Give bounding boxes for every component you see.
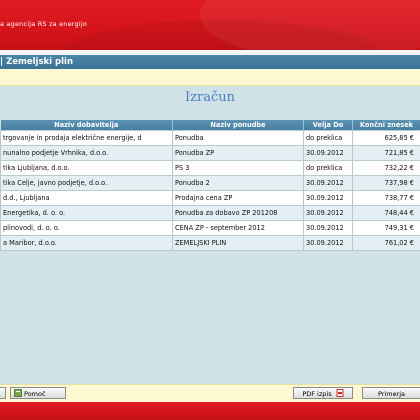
cell-amount: 738,77 € bbox=[352, 190, 420, 206]
cell-supplier: tika Celje, javno podjetje, d.o.o. bbox=[0, 175, 173, 191]
cell-valid-until: 30.09.2012 bbox=[303, 235, 353, 251]
back-button[interactable] bbox=[0, 387, 6, 399]
cell-valid-until: 30.09.2012 bbox=[303, 220, 353, 236]
agency-name: a agencija RS za energijo bbox=[0, 20, 88, 28]
calculation-title: Izračun bbox=[185, 90, 235, 105]
pdf-export-button[interactable]: PDF izpis bbox=[293, 387, 353, 399]
table-row[interactable]: d.d., Ljubljana Prodajna cena ZP 30.09.2… bbox=[0, 190, 420, 206]
offers-table: Naziv dobavitelja Naziv ponudbe Velja Do… bbox=[0, 120, 420, 251]
cell-supplier: tika Ljubljana, d.o.o. bbox=[0, 160, 173, 176]
cell-supplier: d.d., Ljubljana bbox=[0, 190, 173, 206]
page-title-bar: | Zemeljski plin bbox=[0, 55, 420, 69]
cell-amount: 625,85 € bbox=[352, 130, 420, 146]
table-row[interactable]: plinovodi, d. o. o. CENA ZP - september … bbox=[0, 220, 420, 236]
pdf-button-label: PDF izpis bbox=[302, 390, 332, 398]
compare-button-label: Primerja bbox=[377, 390, 406, 398]
table-header-row: Naziv dobavitelja Naziv ponudbe Velja Do… bbox=[0, 120, 420, 131]
cell-valid-until: 30.09.2012 bbox=[303, 205, 353, 221]
cell-offer: Ponudba 2 bbox=[172, 175, 304, 191]
cell-amount: 721,85 € bbox=[352, 145, 420, 161]
header-banner: a agencija RS za energijo bbox=[0, 0, 420, 50]
cell-amount: 732,22 € bbox=[352, 160, 420, 176]
cell-valid-until: do preklica bbox=[303, 130, 353, 146]
cell-supplier: Energetika, d. o. o. bbox=[0, 205, 173, 221]
cell-offer: Prodajna cena ZP bbox=[172, 190, 304, 206]
table-row[interactable]: a Maribor, d.o.o. ZEMELJSKI PLIN 30.09.2… bbox=[0, 235, 420, 251]
cell-offer: Ponudba bbox=[172, 130, 304, 146]
help-button[interactable]: Pomoč bbox=[10, 387, 66, 399]
cell-amount: 748,44 € bbox=[352, 205, 420, 221]
cell-offer: PS 3 bbox=[172, 160, 304, 176]
table-row[interactable]: tika Ljubljana, d.o.o. PS 3 do preklica … bbox=[0, 160, 420, 176]
cell-offer: ZEMELJSKI PLIN bbox=[172, 235, 304, 251]
top-toolbar bbox=[0, 69, 420, 86]
footer-bar bbox=[0, 402, 420, 420]
cell-supplier: trgovanje in prodaja električne energije… bbox=[0, 130, 173, 146]
page-title: | Zemeljski plin bbox=[0, 57, 73, 67]
table-row[interactable]: Energetika, d. o. o. Ponudba za dobavo Z… bbox=[0, 205, 420, 221]
cell-amount: 749,31 € bbox=[352, 220, 420, 236]
cell-valid-until: 30.09.2012 bbox=[303, 190, 353, 206]
col-header-final-amount[interactable]: Končni znesek bbox=[352, 120, 420, 131]
cell-offer: Ponudba za dobavo ZP 201208 bbox=[172, 205, 304, 221]
cell-valid-until: 30.09.2012 bbox=[303, 175, 353, 191]
table-row[interactable]: trgovanje in prodaja električne energije… bbox=[0, 130, 420, 146]
compare-button[interactable]: Primerja bbox=[362, 387, 420, 399]
col-header-supplier[interactable]: Naziv dobavitelja bbox=[0, 120, 173, 131]
cell-valid-until: 30.09.2012 bbox=[303, 145, 353, 161]
cell-offer: CENA ZP - september 2012 bbox=[172, 220, 304, 236]
cell-valid-until: do preklica bbox=[303, 160, 353, 176]
cell-supplier: nunalno podjetje Vrhnika, d.o.o. bbox=[0, 145, 173, 161]
cell-amount: 737,98 € bbox=[352, 175, 420, 191]
help-button-label: Pomoč bbox=[24, 390, 46, 398]
cell-supplier: plinovodi, d. o. o. bbox=[0, 220, 173, 236]
table-row[interactable]: nunalno podjetje Vrhnika, d.o.o. Ponudba… bbox=[0, 145, 420, 161]
cell-amount: 761,02 € bbox=[352, 235, 420, 251]
pdf-icon bbox=[336, 389, 344, 397]
cell-offer: Ponudba ZP bbox=[172, 145, 304, 161]
col-header-offer[interactable]: Naziv ponudbe bbox=[172, 120, 304, 131]
col-header-valid-until[interactable]: Velja Do bbox=[303, 120, 353, 131]
table-row[interactable]: tika Celje, javno podjetje, d.o.o. Ponud… bbox=[0, 175, 420, 191]
help-book-icon bbox=[14, 389, 22, 397]
cell-supplier: a Maribor, d.o.o. bbox=[0, 235, 173, 251]
